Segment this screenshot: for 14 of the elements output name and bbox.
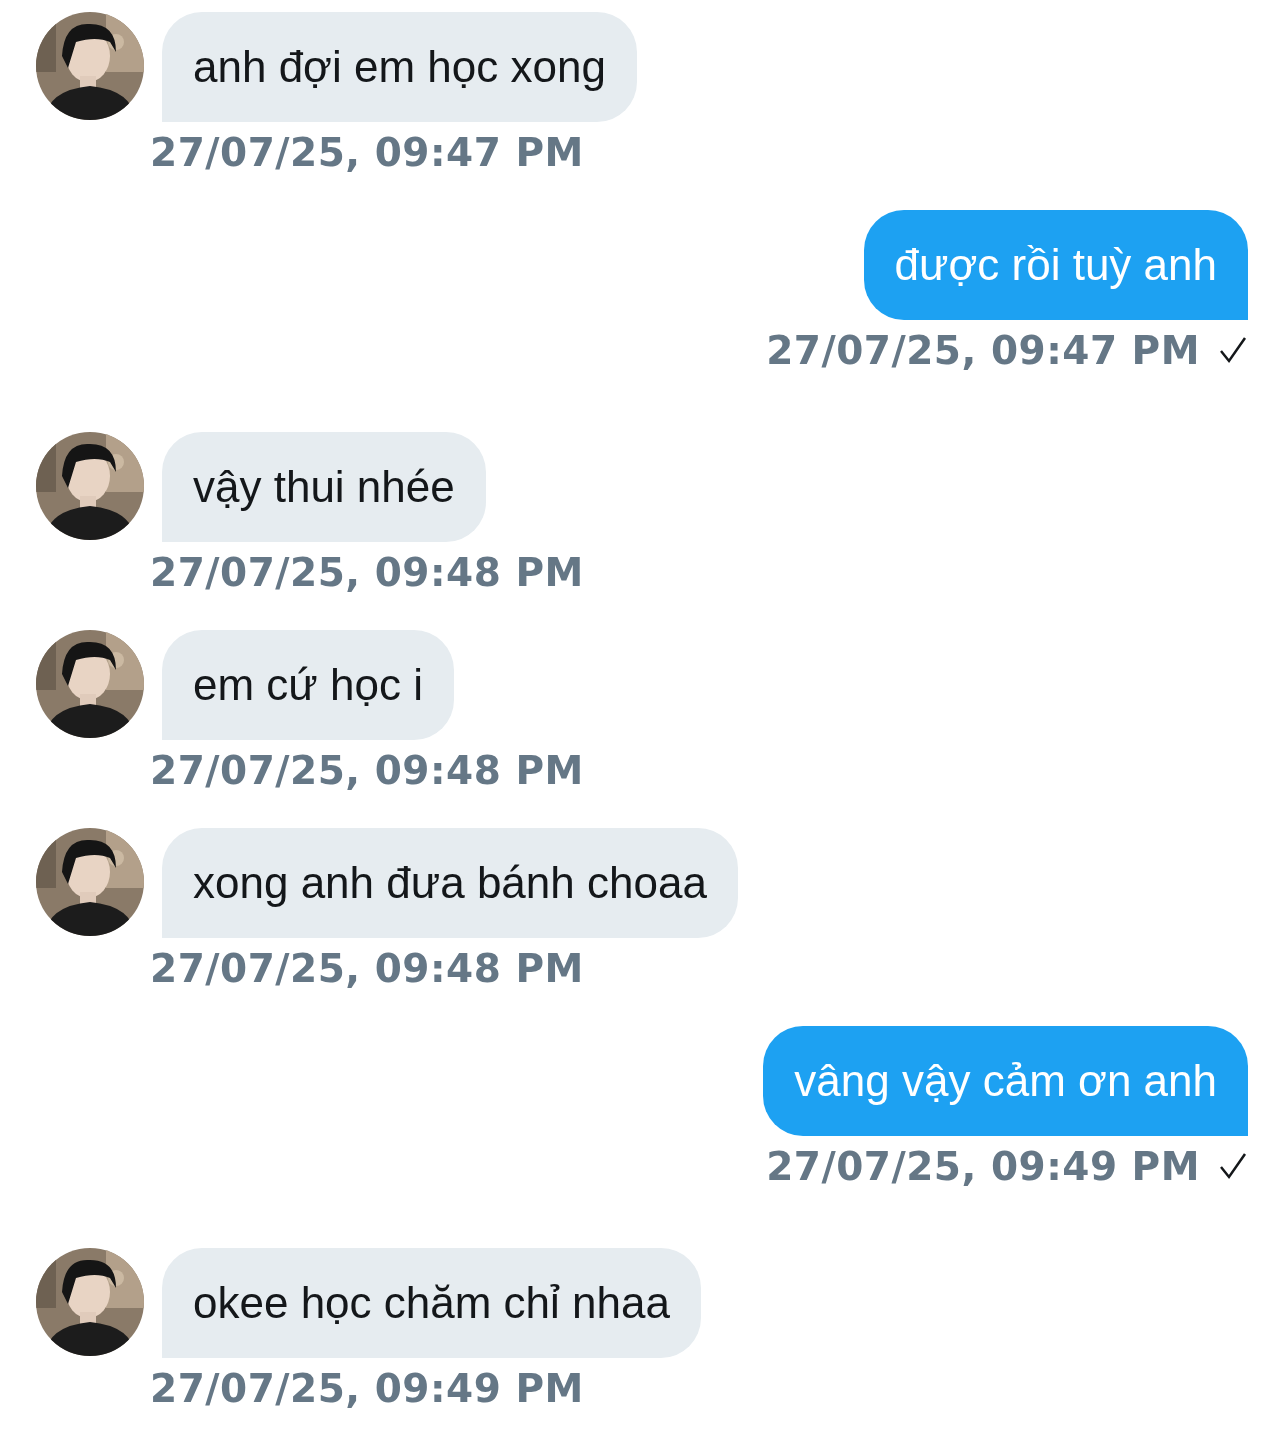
timestamp: 27/07/25, 09:47 PM <box>766 327 1200 373</box>
timestamp: 27/07/25, 09:49 PM <box>150 1365 584 1411</box>
message-bubble: được rồi tuỳ anh <box>863 210 1248 320</box>
message-bubble: vậy thui nhée <box>162 432 486 542</box>
timestamp: 27/07/25, 09:48 PM <box>150 747 584 793</box>
timestamp: 27/07/25, 09:47 PM <box>150 129 584 175</box>
message-bubble: anh đợi em học xong <box>162 12 637 122</box>
timestamp: 27/07/25, 09:49 PM <box>766 1143 1200 1189</box>
message-bubble: vâng vậy cảm ơn anh <box>763 1026 1248 1136</box>
timestamp: 27/07/25, 09:48 PM <box>150 549 584 595</box>
message-bubble: xong anh đưa bánh choaa <box>162 828 738 938</box>
timestamp: 27/07/25, 09:48 PM <box>150 945 584 991</box>
message-bubble: okee học chăm chỉ nhaa <box>162 1248 701 1358</box>
message-bubble: em cứ học i <box>162 630 454 740</box>
